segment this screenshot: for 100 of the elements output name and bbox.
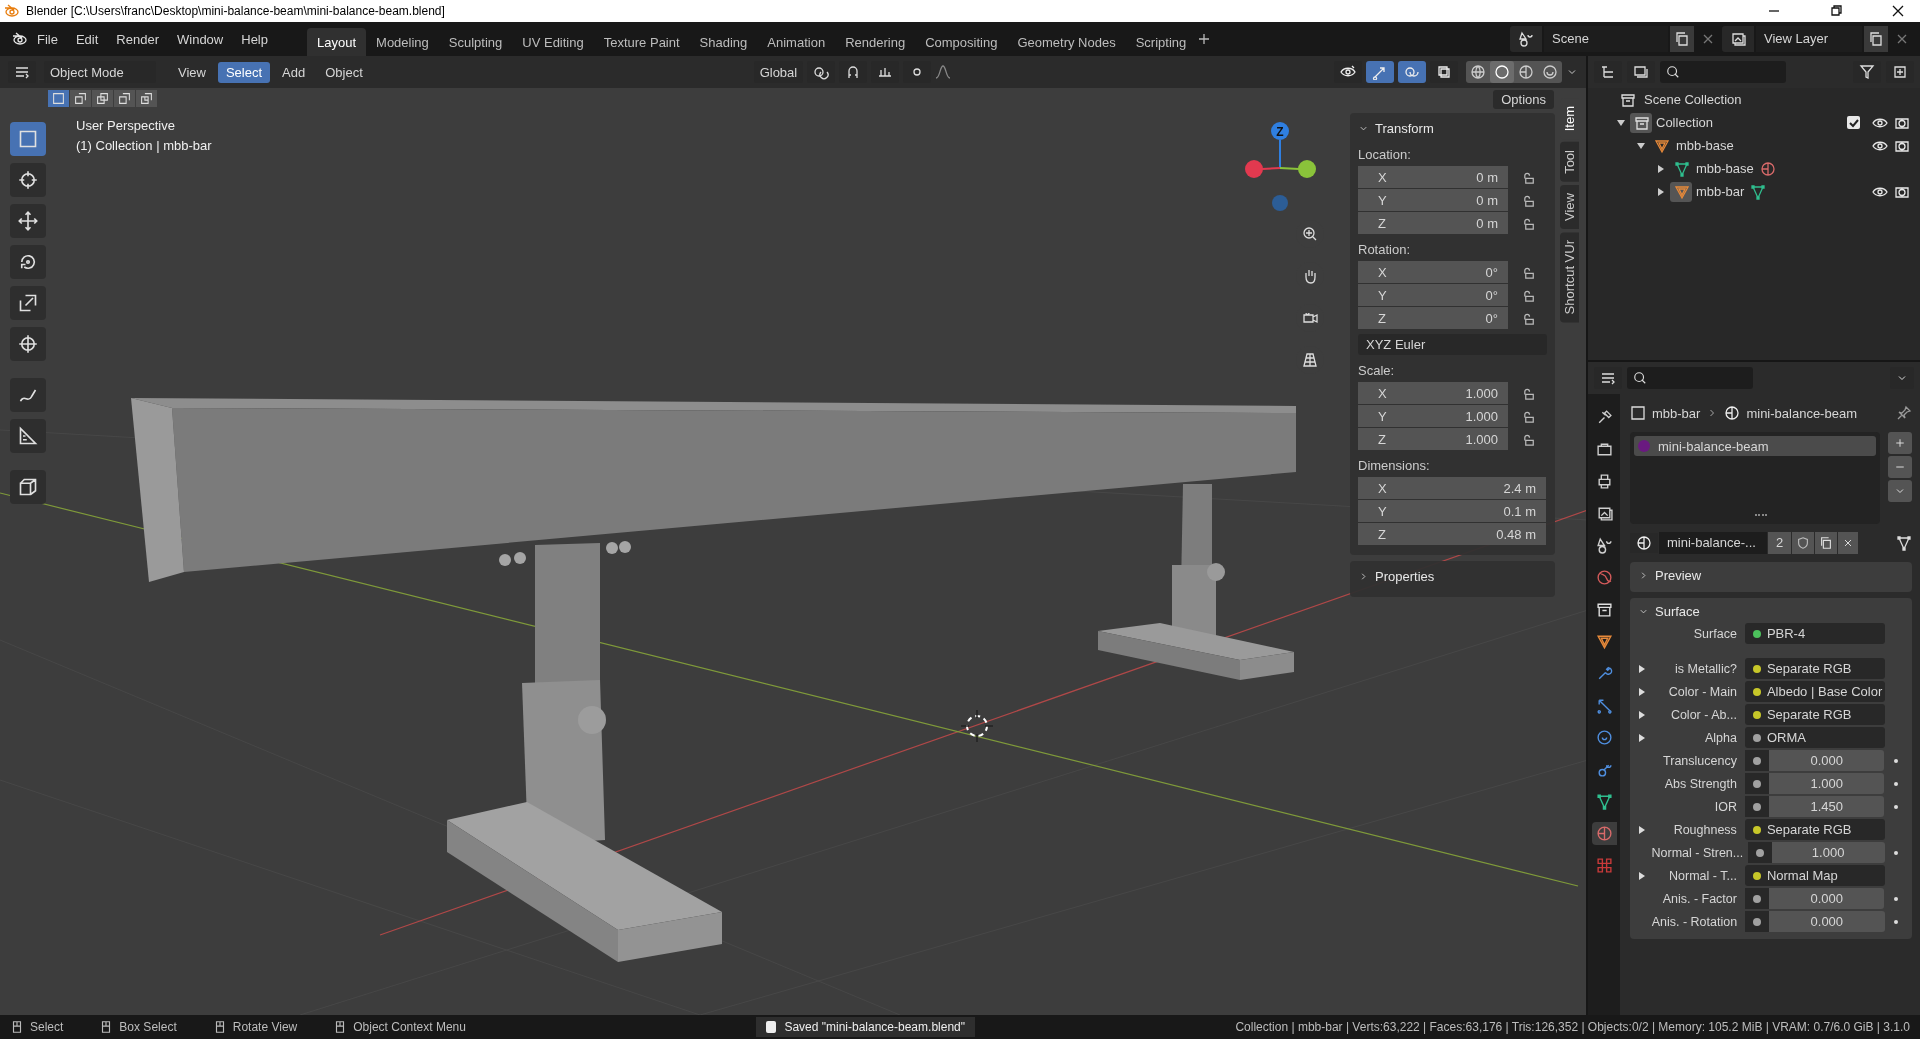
scene-icon-dropdown[interactable] <box>1510 26 1542 52</box>
overlays-toggle[interactable] <box>1398 61 1426 83</box>
axis-gizmo[interactable]: Z <box>1240 116 1320 216</box>
user-count[interactable]: 2 <box>1768 532 1792 554</box>
rotate-tool-button[interactable] <box>10 245 46 279</box>
header-menu[interactable]: View <box>170 61 214 83</box>
restore-icon[interactable] <box>1828 3 1844 19</box>
material-name-field[interactable]: mini-balance-... <box>1659 532 1767 554</box>
keyframe-dot-icon[interactable] <box>1894 781 1899 786</box>
view-layer-field[interactable]: View Layer <box>1756 26 1862 52</box>
number-field[interactable]: Y 0° <box>1358 284 1508 306</box>
workspace-tab[interactable]: Sculpting <box>438 28 513 56</box>
addcube-tool-button[interactable] <box>10 470 46 504</box>
number-field[interactable]: Z 0 m <box>1358 212 1508 234</box>
duplicate-material-button[interactable] <box>1815 532 1838 554</box>
annotate-tool-button[interactable] <box>10 378 46 412</box>
balance-beam-drawing[interactable] <box>131 398 1296 962</box>
mesh-icon[interactable] <box>1750 183 1767 200</box>
number-field[interactable]: 0.000 <box>1744 888 1885 909</box>
number-field[interactable]: Y 0.1 m <box>1358 500 1546 522</box>
keyframe-dot-icon[interactable] <box>1894 919 1899 924</box>
header-menu[interactable]: Select <box>217 61 271 83</box>
zoom-icon[interactable] <box>1302 226 1318 242</box>
sidebar-tab[interactable]: View <box>1560 185 1579 230</box>
subtract-selection-mode-button[interactable] <box>92 90 113 107</box>
menu-item[interactable]: Render <box>107 31 168 47</box>
unlink-material-button[interactable] <box>1838 532 1859 554</box>
pin-icon[interactable] <box>1896 405 1912 421</box>
number-field[interactable]: 0.000 <box>1745 911 1885 932</box>
workspace-tab[interactable]: Rendering <box>835 28 916 56</box>
measure-tool-button[interactable] <box>10 419 46 453</box>
falloff-icon[interactable] <box>935 64 952 80</box>
number-field[interactable]: X 0 m <box>1358 166 1508 188</box>
solid-shading-button[interactable] <box>1490 61 1514 83</box>
number-field[interactable]: 1.450 <box>1744 796 1885 817</box>
panel-title[interactable]: Properties <box>1375 568 1435 584</box>
move-tool-button[interactable] <box>10 204 46 238</box>
blender-logo-icon[interactable] <box>12 31 28 47</box>
linked-node-field[interactable]: ORMA <box>1744 727 1885 748</box>
transform-tool-button[interactable] <box>10 327 46 361</box>
panel-title[interactable]: Surface <box>1655 603 1700 619</box>
number-field[interactable]: 1.000 <box>1747 842 1885 863</box>
expand-triangle-icon[interactable] <box>1638 872 1646 880</box>
expand-triangle-icon[interactable] <box>1638 665 1646 673</box>
disclosure-triangle-icon[interactable] <box>1636 140 1646 151</box>
disclosure-triangle-icon[interactable] <box>1656 186 1666 197</box>
remove-slot-button[interactable] <box>1888 456 1912 478</box>
workspace-tab[interactable]: Texture Paint <box>593 28 690 56</box>
workspace-tab[interactable]: Animation <box>757 28 836 56</box>
select-tool-button[interactable] <box>10 122 46 156</box>
expand-triangle-icon[interactable] <box>1638 711 1646 719</box>
cursor-tool-button[interactable] <box>10 163 46 197</box>
linked-node-field[interactable]: Separate RGB <box>1744 658 1885 679</box>
number-field[interactable]: X 1.000 <box>1358 382 1508 404</box>
view-layer-icon-dropdown[interactable] <box>1722 26 1754 52</box>
number-field[interactable]: 1.000 <box>1744 773 1885 794</box>
number-field[interactable]: Y 1.000 <box>1358 405 1508 427</box>
material-icon[interactable] <box>1759 160 1776 177</box>
linked-node-field[interactable]: Separate RGB <box>1744 704 1885 725</box>
camera-view-icon[interactable] <box>1302 310 1318 326</box>
expand-triangle-icon[interactable] <box>1638 734 1646 742</box>
workspace-tab[interactable]: Shading <box>689 28 758 56</box>
number-field[interactable]: Z 1.000 <box>1358 428 1508 450</box>
header-menu[interactable]: Add <box>274 61 314 83</box>
workspace-tab[interactable]: Layout <box>307 28 367 56</box>
sidebar-tab[interactable]: Tool <box>1560 142 1579 183</box>
hand-icon[interactable] <box>1302 268 1318 284</box>
mode-dropdown[interactable]: Object Mode <box>44 61 156 83</box>
outliner-item-name[interactable]: mbb-base <box>1696 161 1754 176</box>
keyframe-dot-icon[interactable] <box>1894 850 1899 855</box>
header-menu[interactable]: Object <box>317 61 371 83</box>
workspace-tab[interactable]: Geometry Nodes <box>1007 28 1126 56</box>
outliner-item-name[interactable]: Scene Collection <box>1644 92 1742 107</box>
material-slot[interactable]: mini-balance-beam <box>1634 436 1876 456</box>
material-properties-tab[interactable] <box>1591 822 1617 845</box>
linked-node-field[interactable]: Separate RGB <box>1744 819 1885 840</box>
sidebar-tab[interactable]: Shortcut VUr <box>1560 232 1579 323</box>
outliner-item-name[interactable]: mbb-base <box>1676 138 1734 153</box>
extend-selection-mode-button[interactable] <box>70 90 91 107</box>
number-field[interactable]: Y 0 m <box>1358 189 1508 211</box>
set-selection-mode-button[interactable] <box>48 90 69 107</box>
grid-icon[interactable] <box>1302 352 1318 368</box>
workspace-tab[interactable]: UV Editing <box>512 28 594 56</box>
scale-tool-button[interactable] <box>10 286 46 320</box>
rotation-mode-dropdown[interactable]: XYZ Euler <box>1358 334 1547 355</box>
workspace-tab[interactable]: Scripting <box>1125 28 1197 56</box>
add-slot-button[interactable] <box>1888 432 1912 454</box>
number-field[interactable]: Z 0° <box>1358 307 1508 329</box>
search-field[interactable] <box>1627 367 1753 389</box>
menu-item[interactable]: Help <box>232 31 277 47</box>
close-icon[interactable] <box>1890 3 1906 19</box>
outliner-item-name[interactable]: mbb-bar <box>1696 184 1745 199</box>
gizmos-toggle[interactable] <box>1366 61 1394 83</box>
panel-title[interactable]: Preview <box>1655 567 1702 583</box>
outliner-item-name[interactable]: Collection <box>1656 115 1714 130</box>
disclosure-triangle-icon[interactable] <box>1656 163 1666 174</box>
new-view-layer-button[interactable] <box>1864 26 1888 52</box>
number-field[interactable]: 0.000 <box>1744 750 1885 771</box>
menu-item[interactable]: File <box>28 31 67 47</box>
exclude-checkbox[interactable] <box>1847 116 1860 129</box>
